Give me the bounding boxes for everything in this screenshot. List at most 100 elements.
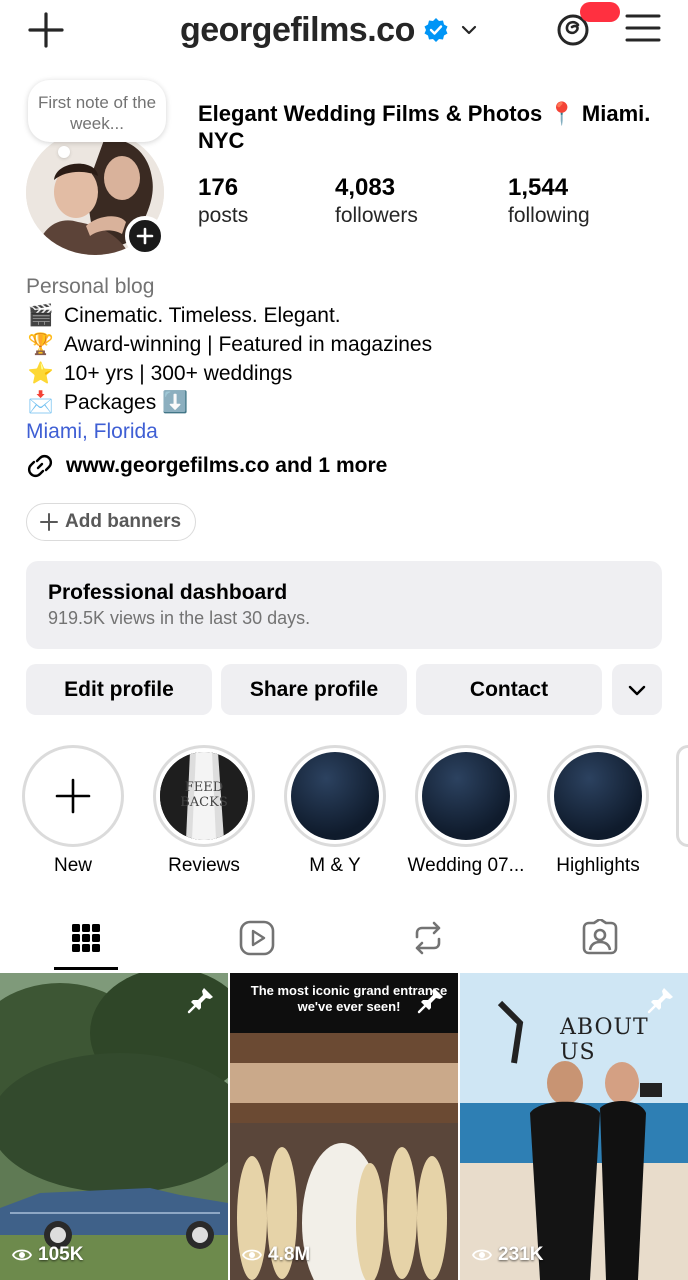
eye-icon (242, 1249, 262, 1261)
clapperboard-emoji: 🎬 (27, 304, 55, 327)
share-profile-button[interactable]: Share profile (221, 664, 407, 715)
tab-tagged[interactable] (568, 912, 632, 964)
bio: Personal blog 🎬 Cinematic. Timeless. Ele… (26, 272, 666, 446)
stat-followers[interactable]: 4,083 followers (335, 174, 418, 230)
bio-line: ⭐ 10+ yrs | 300+ weddings (26, 359, 666, 388)
highlight-ring (415, 745, 517, 847)
add-banners-button[interactable]: Add banners (26, 503, 196, 541)
highlight-cover: FEED BACKS (160, 752, 248, 840)
add-plus-icon (136, 227, 154, 245)
highlight-new[interactable]: New (13, 745, 133, 877)
eye-icon (472, 1249, 492, 1261)
feedbacks-cover-text: FEED BACKS (180, 780, 228, 810)
bio-line: 🏆 Award-winning | Featured in magazines (26, 330, 666, 359)
highlight-wedding[interactable]: Wedding 07... (406, 745, 526, 877)
bio-line: 🎬 Cinematic. Timeless. Elegant. (26, 301, 666, 330)
highlight-ring: FEED BACKS (153, 745, 255, 847)
highlight-label: M & Y (309, 855, 361, 876)
view-count-text: 231K (498, 1244, 544, 1265)
star-emoji: ⭐ (27, 362, 55, 385)
highlight-reviews[interactable]: FEED BACKS Reviews (144, 745, 264, 877)
highlight-cover (422, 752, 510, 840)
plus-icon (55, 778, 91, 814)
view-count-text: 4.8M (268, 1244, 311, 1265)
highlight-ring (22, 745, 124, 847)
plus-icon (40, 513, 58, 531)
dashboard-title: Professional dashboard (48, 581, 288, 604)
top-bar: georgefilms.co (0, 0, 688, 62)
stat-label: followers (335, 204, 418, 227)
grid-icon (72, 924, 100, 952)
tagged-icon (582, 919, 618, 955)
highlight-highlights[interactable]: Highlights (538, 745, 658, 877)
post-image-grand-entrance (230, 973, 458, 1280)
post-tile[interactable]: ABOUT US 231K (460, 973, 688, 1280)
stat-posts[interactable]: 176 posts (198, 174, 248, 230)
highlight-label: Reviews (168, 855, 240, 876)
post-view-count: 231K (472, 1244, 543, 1266)
stat-value: 4,083 (335, 174, 396, 201)
threads-notification-badge (580, 2, 620, 22)
edit-profile-button[interactable]: Edit profile (26, 664, 212, 715)
bio-text: Packages ⬇️ (64, 391, 189, 414)
link-icon (27, 454, 53, 478)
reels-icon (239, 920, 275, 956)
highlight-ring (284, 745, 386, 847)
highlight-ring (547, 745, 649, 847)
post-view-count: 105K (12, 1244, 83, 1266)
stat-label: following (508, 204, 590, 227)
highlight-label: New (53, 855, 92, 876)
stat-label: posts (198, 204, 249, 227)
post-tile[interactable]: 105K (0, 973, 228, 1280)
envelope-emoji: 📩 (27, 391, 55, 414)
create-plus-icon[interactable] (26, 10, 66, 50)
stat-value: 176 (198, 174, 239, 201)
highlight-cover (29, 752, 117, 840)
professional-dashboard[interactable]: Professional dashboard 919.5K views in t… (26, 561, 662, 649)
category-label: Personal blog (26, 275, 155, 298)
highlight-cover (554, 752, 642, 840)
chevron-down-icon (628, 685, 646, 695)
eye-icon (12, 1249, 32, 1261)
stat-value: 1,544 (508, 174, 569, 201)
add-story-button[interactable] (125, 216, 165, 256)
add-banners-label: Add banners (65, 511, 182, 532)
view-count-text: 105K (38, 1244, 84, 1265)
highlight-label: Highlights (556, 855, 640, 876)
active-tab-indicator (54, 967, 118, 970)
post-tile[interactable]: The most iconic grand entrance we've eve… (230, 973, 458, 1280)
display-name: Elegant Wedding Films & Photos 📍 Miami. … (198, 101, 651, 153)
suggested-accounts-button[interactable] (612, 664, 662, 715)
about-us-overlay-text: ABOUT US (560, 1015, 649, 1065)
location-link[interactable]: Miami, Florida (26, 417, 666, 446)
bio-line: 📩 Packages ⬇️ (26, 388, 666, 417)
post-image-vintage-car (0, 973, 228, 1280)
note-bubble-tail (58, 146, 70, 158)
post-view-count: 4.8M (242, 1244, 310, 1266)
pinned-icon (647, 988, 673, 1014)
website-link[interactable]: www.georgefilms.co and 1 more (26, 452, 387, 480)
highlight-cover (291, 752, 379, 840)
note-text: First note of the week... (37, 93, 157, 133)
highlight-m-and-y[interactable]: M & Y (275, 745, 395, 877)
stat-following[interactable]: 1,544 following (508, 174, 590, 230)
bio-text: Cinematic. Timeless. Elegant. (64, 304, 341, 327)
bio-text: 10+ yrs | 300+ weddings (64, 362, 293, 385)
contact-button[interactable]: Contact (416, 664, 602, 715)
username: georgefilms.co (180, 10, 415, 49)
pinned-icon (417, 988, 443, 1014)
bio-text: Award-winning | Featured in magazines (64, 333, 433, 356)
verified-badge-icon (424, 18, 448, 42)
chevron-down-icon (461, 25, 476, 35)
hamburger-menu-icon[interactable] (624, 12, 662, 44)
highlight-label: Wedding 07... (407, 855, 525, 876)
highlight-overflow-edge (676, 745, 688, 847)
account-switcher[interactable]: georgefilms.co (180, 8, 479, 52)
reposts-icon (415, 921, 441, 955)
note-bubble[interactable]: First note of the week... (28, 80, 166, 142)
dashboard-subtitle: 919.5K views in the last 30 days. (48, 608, 311, 628)
tab-grid[interactable] (54, 912, 118, 964)
pinned-icon (187, 988, 213, 1014)
tab-reels[interactable] (225, 912, 289, 964)
tab-reposts[interactable] (396, 912, 460, 964)
